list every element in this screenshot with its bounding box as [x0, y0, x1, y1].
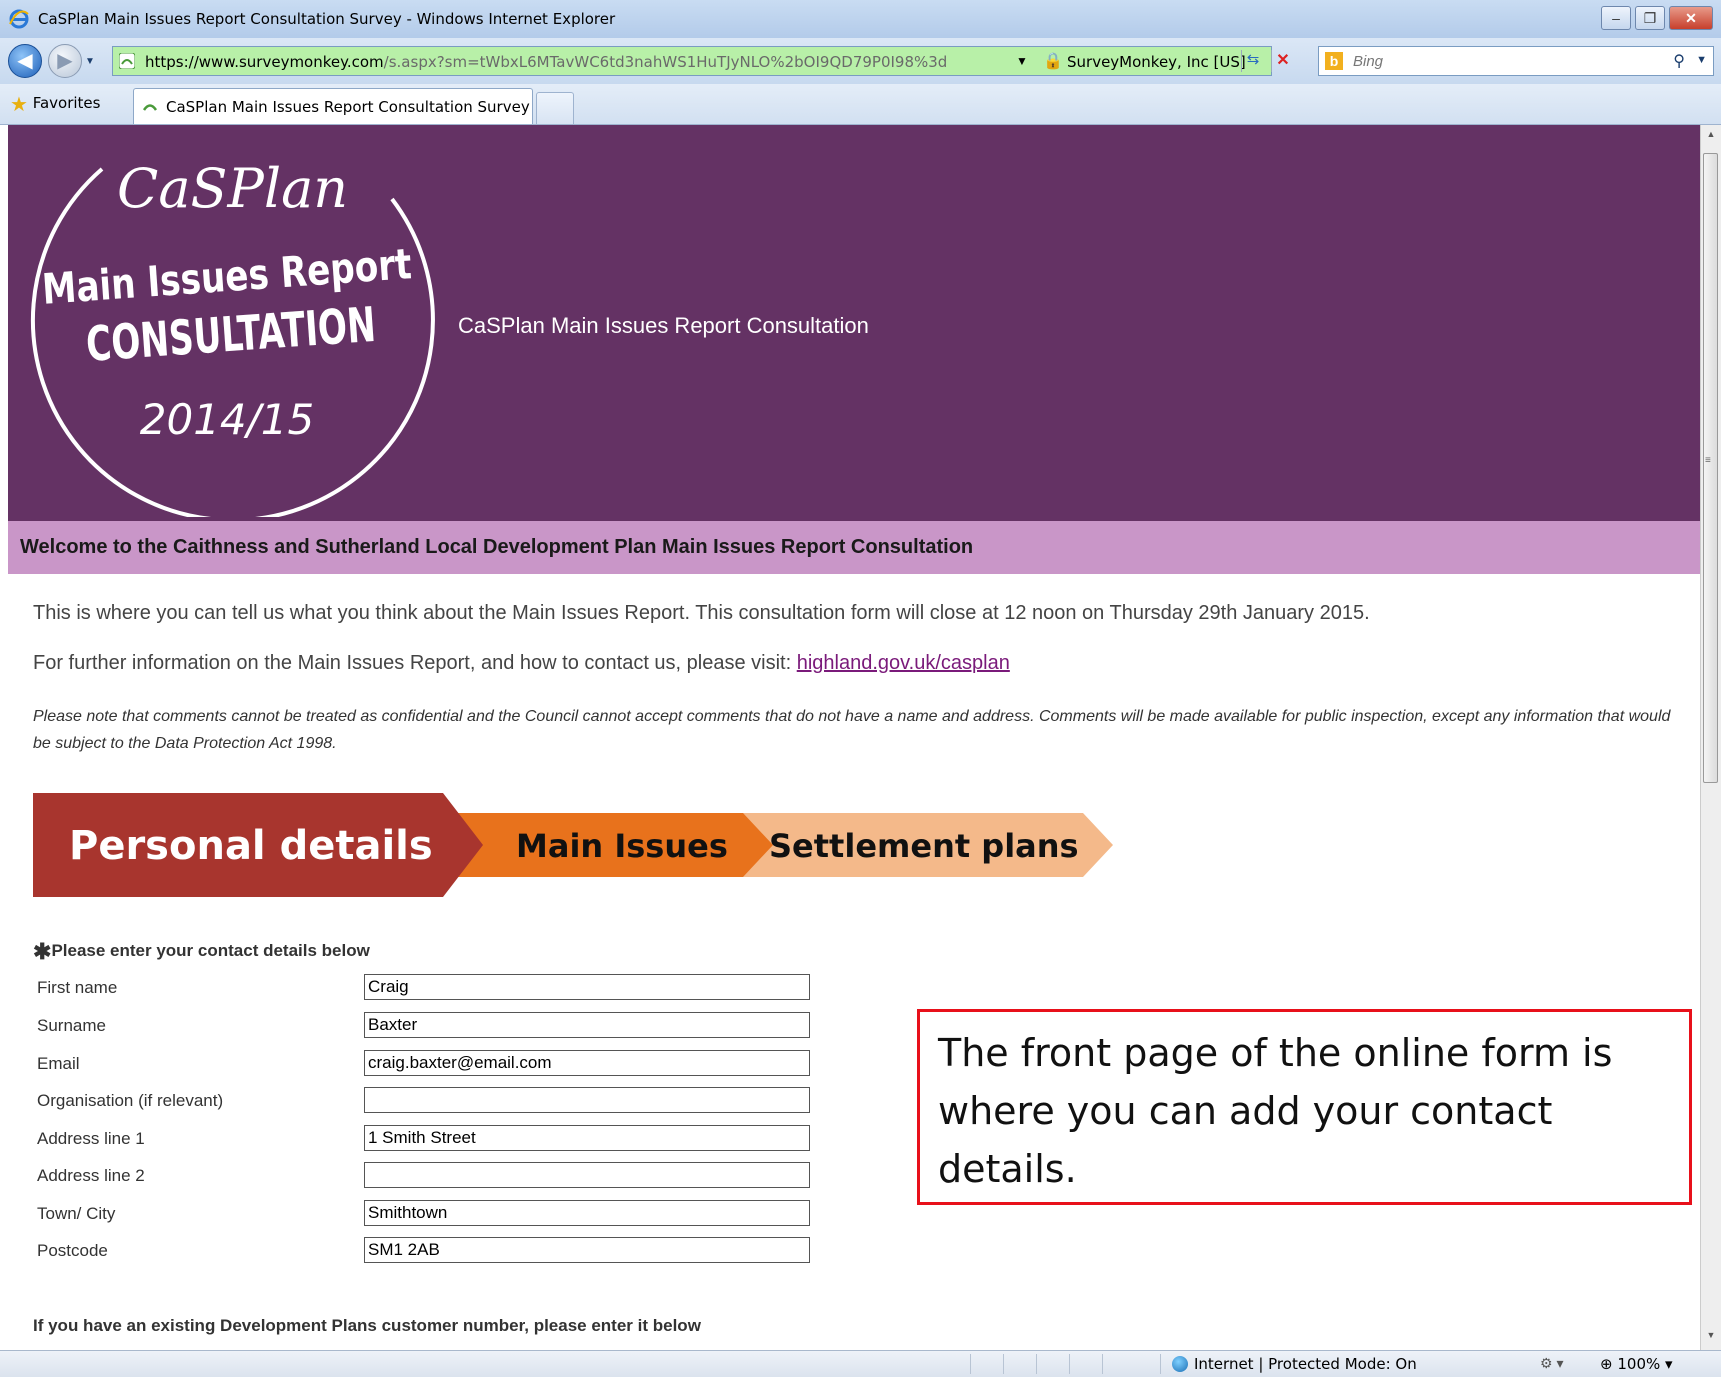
contact-details-heading: ✱Please enter your contact details below — [33, 939, 370, 965]
window-controls: – ❐ ✕ — [1601, 6, 1713, 30]
certificate-label[interactable]: SurveyMonkey, Inc [US] — [1067, 53, 1246, 71]
email-label: Email — [37, 1054, 80, 1073]
surname-label: Surname — [37, 1016, 106, 1035]
url-prefix: https:// — [145, 53, 199, 71]
new-tab-button[interactable] — [536, 92, 574, 124]
url-text[interactable]: https://www.surveymonkey.com/s.aspx?sm=t… — [145, 53, 947, 71]
town-city-label: Town/ City — [37, 1204, 116, 1223]
scroll-down-icon[interactable]: ▼ — [1703, 1330, 1719, 1346]
logo-line2-text: CONSULTATION — [84, 297, 377, 373]
address-line-1-field[interactable] — [364, 1125, 810, 1151]
tab-title: CaSPlan Main Issues Report Consultation … — [166, 98, 530, 116]
search-box[interactable]: b Bing ⚲ ▼ — [1318, 46, 1714, 76]
surname-field[interactable] — [364, 1012, 810, 1038]
security-zone-label: Internet | Protected Mode: On — [1194, 1355, 1417, 1373]
organisation-label: Organisation (if relevant) — [37, 1091, 224, 1110]
refresh-icon[interactable]: ⇆ — [1241, 50, 1264, 72]
welcome-bar: Welcome to the Caithness and Sutherland … — [8, 521, 1700, 574]
zoom-level: 100% — [1617, 1355, 1661, 1373]
forward-arrow-icon: ▶ — [57, 50, 73, 72]
first-name-field[interactable] — [364, 974, 810, 1000]
required-asterisk-icon: ✱ — [33, 939, 52, 964]
step-main-issues-label: Main Issues — [516, 827, 728, 865]
url-path: /s.aspx?sm=tWbxL6MTavWC6td3nahWS1HuTJyNL… — [383, 53, 948, 71]
annotation-callout: The front page of the online form is whe… — [917, 1009, 1692, 1205]
intro-text: This is where you can tell us what you t… — [33, 602, 1370, 624]
url-dropdown-icon[interactable]: ▼ — [1016, 54, 1028, 68]
window-title: CaSPlan Main Issues Report Consultation … — [38, 10, 616, 28]
callout-text: The front page of the online form is whe… — [938, 1031, 1613, 1191]
search-icon[interactable]: ⚲ — [1673, 51, 1685, 71]
url-host: www.surveymonkey.com — [198, 53, 384, 71]
status-divider — [1003, 1354, 1004, 1374]
town-city-field[interactable] — [364, 1200, 810, 1226]
organisation-field[interactable] — [364, 1087, 810, 1113]
internet-explorer-icon — [9, 9, 29, 29]
browser-tab[interactable]: CaSPlan Main Issues Report Consultation … — [133, 88, 533, 124]
surveymonkey-favicon-icon — [119, 53, 135, 69]
lock-icon[interactable]: 🔒 — [1043, 51, 1063, 71]
zoom-icon: ⊕ — [1600, 1355, 1613, 1373]
star-icon: ★ — [10, 92, 28, 116]
favorites-button[interactable]: ★ Favorites — [10, 92, 100, 116]
casplan-logo: CaSPlan Main Issues Report CONSULTATION … — [30, 157, 435, 517]
step-settlement-plans-label: Settlement plans — [769, 827, 1079, 865]
back-arrow-icon: ◀ — [17, 50, 33, 72]
history-dropdown-icon[interactable]: ▼ — [85, 56, 95, 67]
restore-button[interactable]: ❐ — [1635, 6, 1665, 30]
logo-script-text: CaSPlan — [117, 157, 348, 220]
further-info: For further information on the Main Issu… — [33, 652, 1010, 675]
status-divider — [1160, 1354, 1161, 1374]
status-divider — [970, 1354, 971, 1374]
forward-button[interactable]: ▶ — [48, 44, 82, 78]
first-name-label: First name — [37, 978, 118, 997]
bing-logo-icon: b — [1325, 52, 1343, 70]
email-field[interactable] — [364, 1050, 810, 1076]
globe-icon — [1172, 1356, 1188, 1372]
window-title-bar: CaSPlan Main Issues Report Consultation … — [0, 0, 1721, 39]
banner-title: CaSPlan Main Issues Report Consultation — [458, 313, 869, 338]
favorites-label: Favorites — [32, 94, 101, 112]
address-line-1-label: Address line 1 — [37, 1129, 145, 1148]
customer-number-prompt: If you have an existing Development Plan… — [33, 1316, 701, 1335]
scrollbar-thumb[interactable] — [1703, 153, 1718, 783]
scroll-grip-icon: ≡ — [1705, 455, 1711, 466]
surveymonkey-favicon-icon — [142, 104, 158, 111]
further-info-text: For further information on the Main Issu… — [33, 652, 797, 674]
protected-mode-icon[interactable]: ⚙ ▾ — [1540, 1355, 1563, 1372]
postcode-label: Postcode — [37, 1241, 108, 1260]
stop-icon[interactable]: ✕ — [1271, 50, 1294, 72]
privacy-note: Please note that comments cannot be trea… — [33, 708, 1671, 752]
postcode-field[interactable] — [364, 1237, 810, 1263]
security-zone[interactable]: Internet | Protected Mode: On — [1172, 1355, 1417, 1373]
address-line-2-label: Address line 2 — [37, 1166, 145, 1185]
vertical-scrollbar[interactable]: ▲ ≡ ▼ — [1700, 125, 1721, 1350]
minimize-button[interactable]: – — [1601, 6, 1631, 30]
status-divider — [1036, 1354, 1037, 1374]
progress-steps: Personal details Main Issues Settlement … — [33, 793, 1113, 897]
zoom-control[interactable]: ⊕ 100% ▾ — [1600, 1355, 1673, 1373]
status-divider — [1102, 1354, 1103, 1374]
status-bar: Internet | Protected Mode: On ⚙ ▾ ⊕ 100%… — [0, 1350, 1721, 1377]
favorites-bar: ★ Favorites CaSPlan Main Issues Report C… — [0, 84, 1721, 125]
contact-details-title: Please enter your contact details below — [51, 941, 370, 960]
zoom-dropdown-icon: ▾ — [1665, 1355, 1673, 1373]
close-button[interactable]: ✕ — [1669, 6, 1713, 30]
search-placeholder: Bing — [1353, 53, 1384, 70]
survey-banner: CaSPlan Main Issues Report CONSULTATION … — [8, 125, 1700, 521]
step-personal-details-label: Personal details — [69, 823, 433, 869]
status-divider — [1069, 1354, 1070, 1374]
address-bar[interactable]: https://www.surveymonkey.com/s.aspx?sm=t… — [112, 46, 1290, 76]
casplan-link[interactable]: highland.gov.uk/casplan — [797, 652, 1010, 674]
scroll-up-icon[interactable]: ▲ — [1703, 129, 1719, 145]
search-dropdown-icon[interactable]: ▼ — [1696, 54, 1707, 66]
logo-year-text: 2014/15 — [140, 395, 314, 444]
address-line-2-field[interactable] — [364, 1162, 810, 1188]
back-button[interactable]: ◀ — [8, 44, 42, 78]
welcome-heading: Welcome to the Caithness and Sutherland … — [20, 536, 974, 558]
navigation-bar: ◀ ▶ ▼ https://www.surveymonkey.com/s.asp… — [0, 38, 1721, 84]
